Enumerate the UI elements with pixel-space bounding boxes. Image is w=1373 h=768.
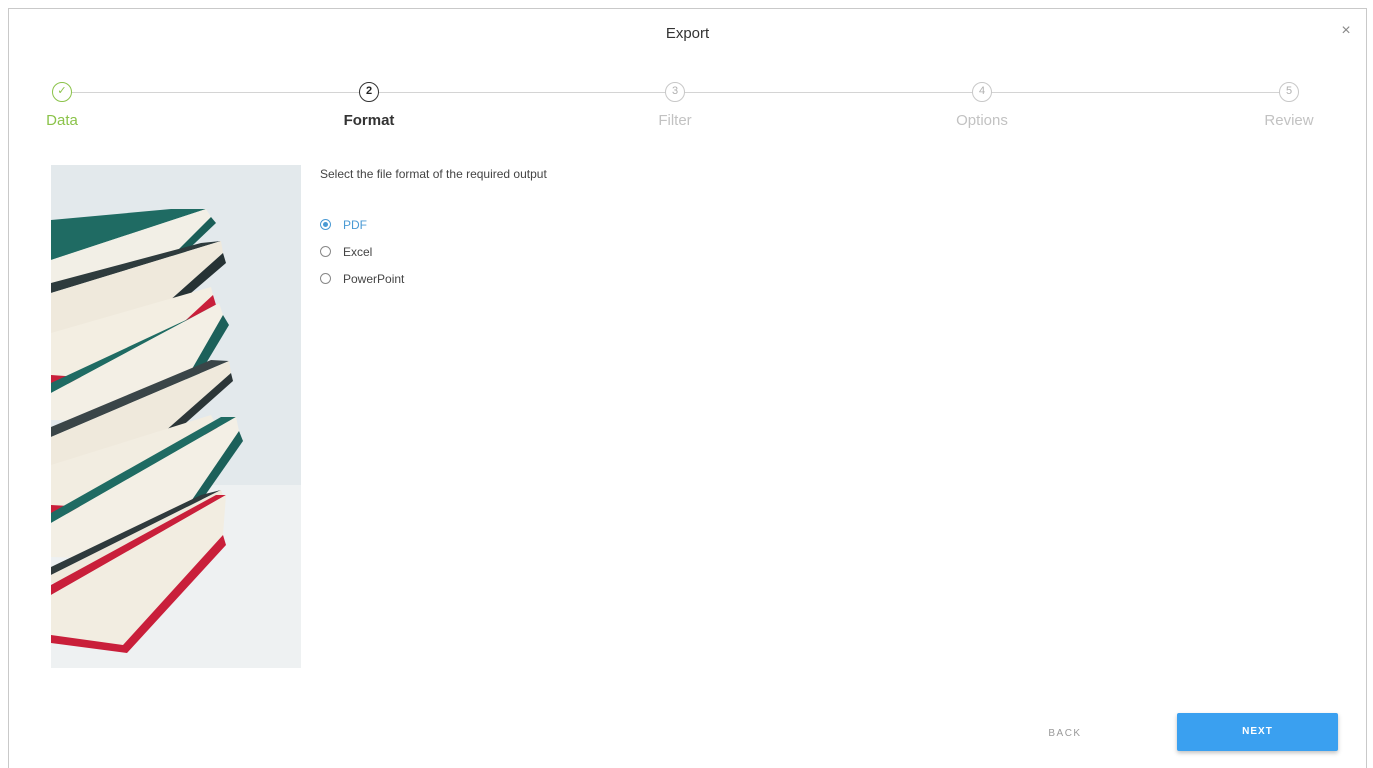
format-option-powerpoint[interactable]: PowerPoint (320, 265, 404, 292)
step-number: 3 (665, 82, 685, 102)
step-filter[interactable]: 3 Filter (615, 82, 735, 129)
back-button[interactable]: BACK (1030, 723, 1100, 745)
radio-button[interactable] (320, 273, 331, 284)
format-option-label: PDF (343, 217, 367, 232)
step-label: Filter (658, 112, 692, 129)
step-review[interactable]: 5 Review (1229, 82, 1349, 129)
books-illustration (51, 165, 301, 668)
format-option-excel[interactable]: Excel (320, 238, 404, 265)
format-option-pdf[interactable]: PDF (320, 211, 404, 238)
radio-button[interactable] (320, 219, 331, 230)
export-dialog: Export × ✓ Data 2 Format 3 Filter 4 Opti… (8, 8, 1367, 768)
step-options[interactable]: 4 Options (922, 82, 1042, 129)
format-option-label: Excel (343, 244, 373, 259)
books-image (51, 165, 301, 668)
step-format[interactable]: 2 Format (309, 82, 429, 129)
format-option-label: PowerPoint (343, 271, 405, 286)
step-label: Format (343, 112, 395, 129)
format-radio-group: PDF Excel PowerPoint (320, 211, 404, 292)
format-instructions: Select the file format of the required o… (320, 167, 547, 181)
radio-button[interactable] (320, 246, 331, 257)
step-label: Review (1264, 112, 1314, 129)
step-number: 5 (1279, 82, 1299, 102)
stepper: ✓ Data 2 Format 3 Filter 4 Options 5 Rev… (9, 9, 1368, 149)
check-icon: ✓ (52, 82, 72, 102)
next-button[interactable]: NEXT (1177, 713, 1338, 751)
step-number: 4 (972, 82, 992, 102)
step-label: Data (46, 112, 78, 129)
step-label: Options (956, 112, 1008, 129)
step-number: 2 (359, 82, 379, 102)
step-data[interactable]: ✓ Data (2, 82, 122, 129)
